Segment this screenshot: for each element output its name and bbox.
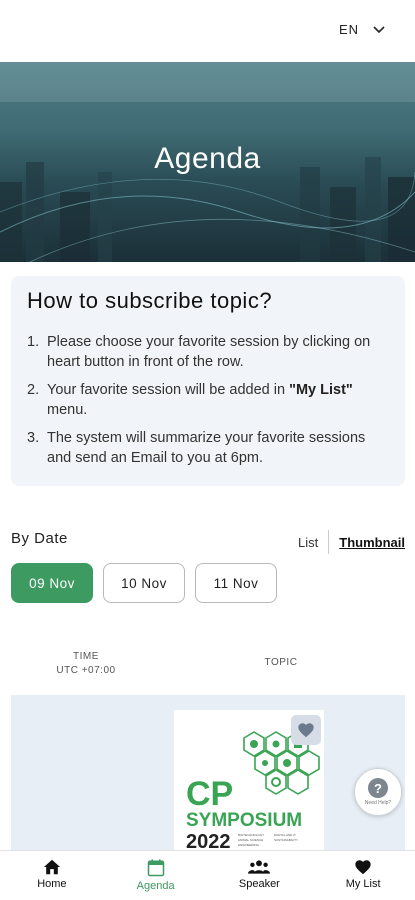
instructions-list: 1. Please choose your favorite session b… [27,332,389,468]
instructions-title: How to subscribe topic? [27,288,273,313]
heart-icon [355,860,371,875]
by-date-label: By Date [11,530,68,547]
date-tab-10-nov[interactable]: 10 Nov [103,563,185,603]
nav-label: My List [345,878,381,890]
view-toggle: List Thumbnail [298,530,405,554]
nav-my-list[interactable]: My List [311,851,415,900]
top-bar: EN [0,0,415,62]
chevron-down-icon [373,25,385,33]
poster-line1: CP [186,775,233,813]
view-thumbnail-button[interactable]: Thumbnail [339,535,405,550]
nav-agenda[interactable]: Agenda [104,851,208,900]
nav-label: Agenda [136,880,175,892]
time-column-header: TIME UTC +07:00 [56,651,116,676]
subscribe-instructions: How to subscribe topic? 1. Please choose… [11,276,405,486]
date-tabs: 09 Nov 10 Nov 11 Nov [11,563,277,603]
language-selector[interactable]: EN [339,22,385,37]
instruction-step: 3. The system will summarize your favori… [27,430,366,466]
nav-label: Speaker [238,878,280,890]
date-tab-09-nov[interactable]: 09 Nov [11,563,93,603]
poster-tag: DIGITAL AND IT [274,833,296,837]
calendar-icon [147,859,164,877]
poster-tag: BIOTECHNOLOGY [238,833,264,837]
bottom-navigation: Home Agenda Speaker My List [0,850,415,900]
help-button[interactable]: ? Need Help? [354,768,402,816]
heart-icon [298,723,314,738]
nav-label: Home [37,878,67,890]
view-list-button[interactable]: List [298,535,318,550]
page-title: Agenda [154,142,261,175]
nav-speaker[interactable]: Speaker [208,851,312,900]
divider [328,530,330,554]
date-tab-11-nov[interactable]: 11 Nov [195,563,277,603]
poster-tag: ANIMAL SCIENCE [238,838,263,842]
poster-tag: SUSTAINABILITY [274,838,298,842]
instruction-step: 2. Your favorite session will be added i… [27,382,353,418]
people-icon [248,860,271,874]
favorite-button[interactable] [291,715,321,745]
nav-home[interactable]: Home [0,851,104,900]
hero-banner: Agenda [0,62,415,262]
language-label: EN [338,22,359,37]
home-icon [43,859,60,875]
topic-column-header: TOPIC [264,657,298,668]
poster-line2: SYMPOSIUM [186,810,302,831]
session-row[interactable]: CP SYMPOSIUM 2022 BIOTECHNOLOGY ANIMAL S… [11,695,405,860]
instruction-step: 1. Please choose your favorite session b… [27,334,371,370]
help-label: Need Help? [364,800,392,806]
question-icon: ? [368,778,388,798]
poster-tag: ENGINEERING [238,843,260,847]
